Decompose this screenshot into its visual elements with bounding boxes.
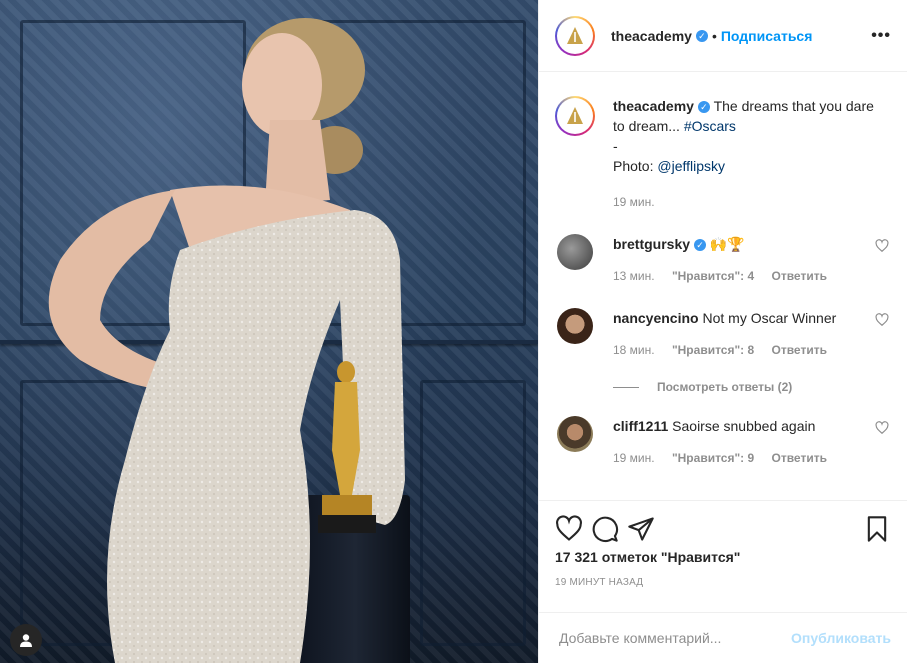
post-time-ago[interactable]: 19 МИНУТ НАЗАД: [555, 577, 891, 588]
add-comment-bar: Опубликовать: [539, 612, 907, 663]
caption-time[interactable]: 19 мин.: [613, 192, 883, 212]
reply-button[interactable]: Ответить: [772, 269, 827, 283]
header-avatar[interactable]: [555, 15, 595, 56]
bookmark-icon[interactable]: [863, 515, 891, 543]
academy-logo-icon: [567, 107, 583, 124]
comment-username[interactable]: nancyencino: [613, 310, 699, 326]
view-replies-button[interactable]: Посмотреть ответы (2): [613, 380, 891, 394]
post-header: theacademy ✓ • Подписаться •••: [539, 0, 907, 72]
comment-item: brettgursky ✓ 🙌🏆 13 мин. "Нравится": 4 От…: [555, 234, 891, 286]
comment-likes[interactable]: "Нравится": 9: [672, 451, 754, 465]
view-replies-label: Посмотреть ответы (2): [657, 380, 793, 394]
comment-username[interactable]: brettgursky: [613, 236, 690, 252]
user-icon: [20, 634, 32, 647]
comment-time[interactable]: 18 мин.: [613, 343, 655, 357]
likes-count[interactable]: 17 321 отметок "Нравится": [555, 549, 891, 565]
verified-icon: ✓: [694, 239, 707, 252]
comment-heart-icon[interactable]: [875, 421, 889, 435]
comment-likes[interactable]: "Нравится": 8: [672, 343, 754, 357]
comment-item: cliff1211 Saoirse snubbed again 19 мин. …: [555, 416, 891, 468]
verified-icon: ✓: [697, 101, 710, 114]
post-photo[interactable]: [0, 0, 538, 663]
comment-username[interactable]: cliff1211: [613, 418, 668, 434]
comments-list[interactable]: theacademy ✓ The dreams that you dare to …: [539, 73, 907, 499]
tagged-user-badge[interactable]: [10, 624, 42, 656]
post-sidebar: theacademy ✓ • Подписаться ••• theacadem…: [538, 0, 907, 663]
comment-text: Not my Oscar Winner: [702, 310, 837, 326]
comment-input[interactable]: [557, 629, 781, 647]
comment-likes[interactable]: "Нравится": 4: [672, 269, 754, 283]
header-username[interactable]: theacademy: [611, 28, 692, 44]
comment-text: Saoirse snubbed again: [672, 418, 816, 434]
comment-heart-icon[interactable]: [875, 313, 889, 327]
comment-avatar[interactable]: [557, 416, 593, 452]
follow-button[interactable]: Подписаться: [721, 28, 813, 44]
comment-item: nancyencino Not my Oscar Winner 18 мин. …: [555, 308, 891, 360]
post-caption: theacademy ✓ The dreams that you dare to …: [555, 73, 891, 212]
academy-logo-icon: [567, 26, 583, 44]
photo-credit-prefix: Photo:: [613, 158, 654, 174]
comment-time[interactable]: 13 мин.: [613, 269, 655, 283]
comment-icon[interactable]: [591, 515, 619, 543]
hashtag-link[interactable]: #Oscars: [684, 118, 736, 134]
reply-button[interactable]: Ответить: [772, 343, 827, 357]
comment-avatar[interactable]: [557, 234, 593, 270]
comment-avatar[interactable]: [557, 308, 593, 344]
post-actions: 17 321 отметок "Нравится" 19 МИНУТ НАЗАД: [539, 500, 907, 588]
woman-figure: [48, 18, 405, 663]
share-icon[interactable]: [627, 515, 655, 543]
caption-username[interactable]: theacademy: [613, 98, 694, 114]
comment-text: 🙌🏆: [709, 236, 745, 252]
replies-divider: [613, 386, 639, 388]
more-icon[interactable]: •••: [871, 27, 891, 45]
verified-icon: ✓: [695, 29, 708, 42]
photo-credit-link[interactable]: @jefflipsky: [657, 158, 725, 174]
reply-button[interactable]: Ответить: [772, 451, 827, 465]
comment-heart-icon[interactable]: [875, 239, 889, 253]
caption-dash: -: [613, 138, 618, 154]
caption-avatar[interactable]: [555, 96, 595, 136]
separator-dot: •: [711, 27, 717, 44]
comment-time[interactable]: 19 мин.: [613, 451, 655, 465]
publish-button[interactable]: Опубликовать: [791, 630, 891, 646]
heart-icon[interactable]: [555, 515, 583, 543]
